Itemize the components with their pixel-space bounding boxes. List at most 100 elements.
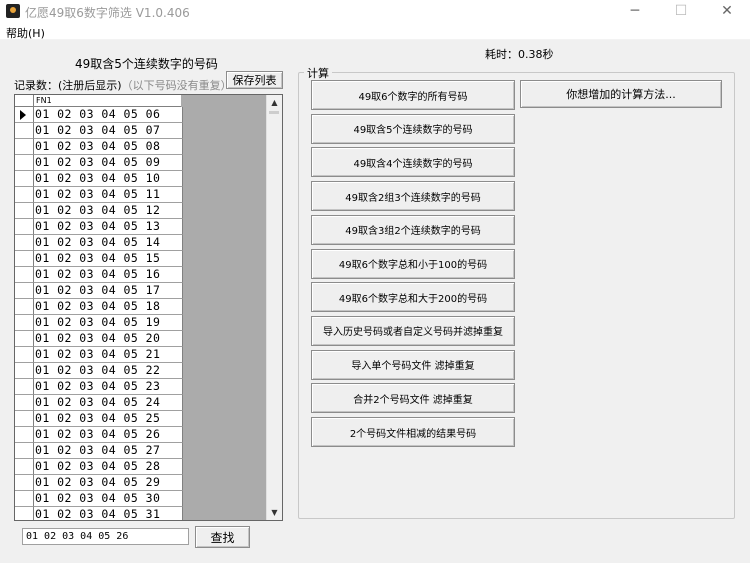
row-selector[interactable] bbox=[15, 459, 34, 475]
calc-button-2[interactable]: 49取含5个连续数字的号码 bbox=[311, 113, 515, 144]
table-cell[interactable]: 01 02 03 04 05 31 bbox=[34, 507, 183, 520]
row-selector[interactable] bbox=[15, 347, 34, 363]
table-cell[interactable]: 01 02 03 04 05 14 bbox=[34, 235, 183, 251]
table-cell[interactable]: 01 02 03 04 05 10 bbox=[34, 171, 183, 187]
row-selector[interactable] bbox=[15, 507, 34, 520]
table-cell[interactable]: 01 02 03 04 05 25 bbox=[34, 411, 183, 427]
row-selector[interactable] bbox=[15, 283, 34, 299]
table-row[interactable]: 01 02 03 04 05 08 bbox=[15, 139, 183, 155]
table-row[interactable]: 01 02 03 04 05 13 bbox=[15, 219, 183, 235]
table-row[interactable]: 01 02 03 04 05 24 bbox=[15, 395, 183, 411]
row-selector[interactable] bbox=[15, 203, 34, 219]
table-cell[interactable]: 01 02 03 04 05 19 bbox=[34, 315, 183, 331]
calc-button-7[interactable]: 49取6个数字总和大于200的号码 bbox=[311, 282, 515, 313]
calc-button-6[interactable]: 49取6个数字总和小于100的号码 bbox=[311, 248, 515, 279]
table-row[interactable]: 01 02 03 04 05 30 bbox=[15, 491, 183, 507]
scroll-down-arrow-icon[interactable]: ▼ bbox=[267, 505, 282, 520]
row-selector[interactable] bbox=[15, 315, 34, 331]
table-cell[interactable]: 01 02 03 04 05 06 bbox=[34, 107, 183, 123]
row-selector[interactable] bbox=[15, 107, 34, 123]
table-cell[interactable]: 01 02 03 04 05 08 bbox=[34, 139, 183, 155]
table-cell[interactable]: 01 02 03 04 05 07 bbox=[34, 123, 183, 139]
row-selector[interactable] bbox=[15, 187, 34, 203]
table-row[interactable]: 01 02 03 04 05 09 bbox=[15, 155, 183, 171]
search-button[interactable]: 查找 bbox=[195, 526, 250, 548]
table-row[interactable]: 01 02 03 04 05 21 bbox=[15, 347, 183, 363]
table-row[interactable]: 01 02 03 04 05 27 bbox=[15, 443, 183, 459]
row-selector[interactable] bbox=[15, 251, 34, 267]
table-row[interactable]: 01 02 03 04 05 26 bbox=[15, 427, 183, 443]
minimize-button[interactable]: ─ bbox=[612, 0, 658, 23]
table-row[interactable]: 01 02 03 04 05 17 bbox=[15, 283, 183, 299]
row-selector[interactable] bbox=[15, 395, 34, 411]
table-cell[interactable]: 01 02 03 04 05 21 bbox=[34, 347, 183, 363]
row-selector[interactable] bbox=[15, 267, 34, 283]
table-row[interactable]: 01 02 03 04 05 10 bbox=[15, 171, 183, 187]
table-row[interactable]: 01 02 03 04 05 25 bbox=[15, 411, 183, 427]
calc-button-8[interactable]: 导入历史号码或者自定义号码并滤掉重复 bbox=[311, 315, 515, 346]
row-selector[interactable] bbox=[15, 139, 34, 155]
calc-button-11[interactable]: 2个号码文件相减的结果号码 bbox=[311, 417, 515, 447]
table-cell[interactable]: 01 02 03 04 05 15 bbox=[34, 251, 183, 267]
calc-button-3[interactable]: 49取含4个连续数字的号码 bbox=[311, 147, 515, 178]
calc-button-10[interactable]: 合并2个号码文件 滤掉重复 bbox=[311, 383, 515, 414]
table-cell[interactable]: 01 02 03 04 05 20 bbox=[34, 331, 183, 347]
row-selector[interactable] bbox=[15, 219, 34, 235]
row-selector[interactable] bbox=[15, 235, 34, 251]
table-row[interactable]: 01 02 03 04 05 16 bbox=[15, 267, 183, 283]
calc-button-4[interactable]: 49取含2组3个连续数字的号码 bbox=[311, 181, 515, 212]
table-row[interactable]: 01 02 03 04 05 20 bbox=[15, 331, 183, 347]
table-row[interactable]: 01 02 03 04 05 22 bbox=[15, 363, 183, 379]
table-cell[interactable]: 01 02 03 04 05 11 bbox=[34, 187, 183, 203]
table-cell[interactable]: 01 02 03 04 05 18 bbox=[34, 299, 183, 315]
table-cell[interactable]: 01 02 03 04 05 17 bbox=[34, 283, 183, 299]
vertical-scrollbar[interactable]: ▲ ▼ bbox=[266, 95, 282, 520]
table-cell[interactable]: 01 02 03 04 05 22 bbox=[34, 363, 183, 379]
row-selector[interactable] bbox=[15, 379, 34, 395]
table-cell[interactable]: 01 02 03 04 05 30 bbox=[34, 491, 183, 507]
scroll-up-arrow-icon[interactable]: ▲ bbox=[267, 95, 282, 110]
table-row[interactable]: 01 02 03 04 05 19 bbox=[15, 315, 183, 331]
row-selector[interactable] bbox=[15, 427, 34, 443]
calc-button-9[interactable]: 导入单个号码文件 滤掉重复 bbox=[311, 349, 515, 380]
row-selector[interactable] bbox=[15, 123, 34, 139]
table-cell[interactable]: 01 02 03 04 05 27 bbox=[34, 443, 183, 459]
table-cell[interactable]: 01 02 03 04 05 16 bbox=[34, 267, 183, 283]
table-row[interactable]: 01 02 03 04 05 06 bbox=[15, 107, 183, 123]
row-selector[interactable] bbox=[15, 299, 34, 315]
save-list-button[interactable]: 保存列表 bbox=[226, 71, 283, 89]
row-selector[interactable] bbox=[15, 491, 34, 507]
row-selector[interactable] bbox=[15, 363, 34, 379]
table-row[interactable]: 01 02 03 04 05 28 bbox=[15, 459, 183, 475]
row-selector[interactable] bbox=[15, 443, 34, 459]
table-cell[interactable]: 01 02 03 04 05 13 bbox=[34, 219, 183, 235]
table-row[interactable]: 01 02 03 04 05 14 bbox=[15, 235, 183, 251]
close-button[interactable]: ✕ bbox=[704, 0, 750, 23]
scroll-thumb[interactable] bbox=[269, 111, 279, 114]
table-cell[interactable]: 01 02 03 04 05 12 bbox=[34, 203, 183, 219]
menu-help[interactable]: 帮助(H) bbox=[6, 25, 45, 41]
calc-button-5[interactable]: 49取含3组2个连续数字的号码 bbox=[311, 214, 515, 245]
row-selector[interactable] bbox=[15, 475, 34, 491]
table-row[interactable]: 01 02 03 04 05 15 bbox=[15, 251, 183, 267]
row-selector[interactable] bbox=[15, 411, 34, 427]
table-row[interactable]: 01 02 03 04 05 11 bbox=[15, 187, 183, 203]
search-input[interactable] bbox=[22, 528, 189, 545]
table-row[interactable]: 01 02 03 04 05 23 bbox=[15, 379, 183, 395]
table-row[interactable]: 01 02 03 04 05 07 bbox=[15, 123, 183, 139]
table-cell[interactable]: 01 02 03 04 05 28 bbox=[34, 459, 183, 475]
table-row[interactable]: 01 02 03 04 05 31 bbox=[15, 507, 183, 520]
table-cell[interactable]: 01 02 03 04 05 29 bbox=[34, 475, 183, 491]
row-selector[interactable] bbox=[15, 171, 34, 187]
grid-column-header[interactable]: FN1 bbox=[36, 95, 52, 106]
table-cell[interactable]: 01 02 03 04 05 26 bbox=[34, 427, 183, 443]
table-cell[interactable]: 01 02 03 04 05 23 bbox=[34, 379, 183, 395]
row-selector[interactable] bbox=[15, 155, 34, 171]
calc-button-1[interactable]: 49取6个数字的所有号码 bbox=[311, 80, 515, 110]
table-row[interactable]: 01 02 03 04 05 29 bbox=[15, 475, 183, 491]
row-selector[interactable] bbox=[15, 331, 34, 347]
table-cell[interactable]: 01 02 03 04 05 24 bbox=[34, 395, 183, 411]
table-row[interactable]: 01 02 03 04 05 18 bbox=[15, 299, 183, 315]
table-cell[interactable]: 01 02 03 04 05 09 bbox=[34, 155, 183, 171]
table-row[interactable]: 01 02 03 04 05 12 bbox=[15, 203, 183, 219]
